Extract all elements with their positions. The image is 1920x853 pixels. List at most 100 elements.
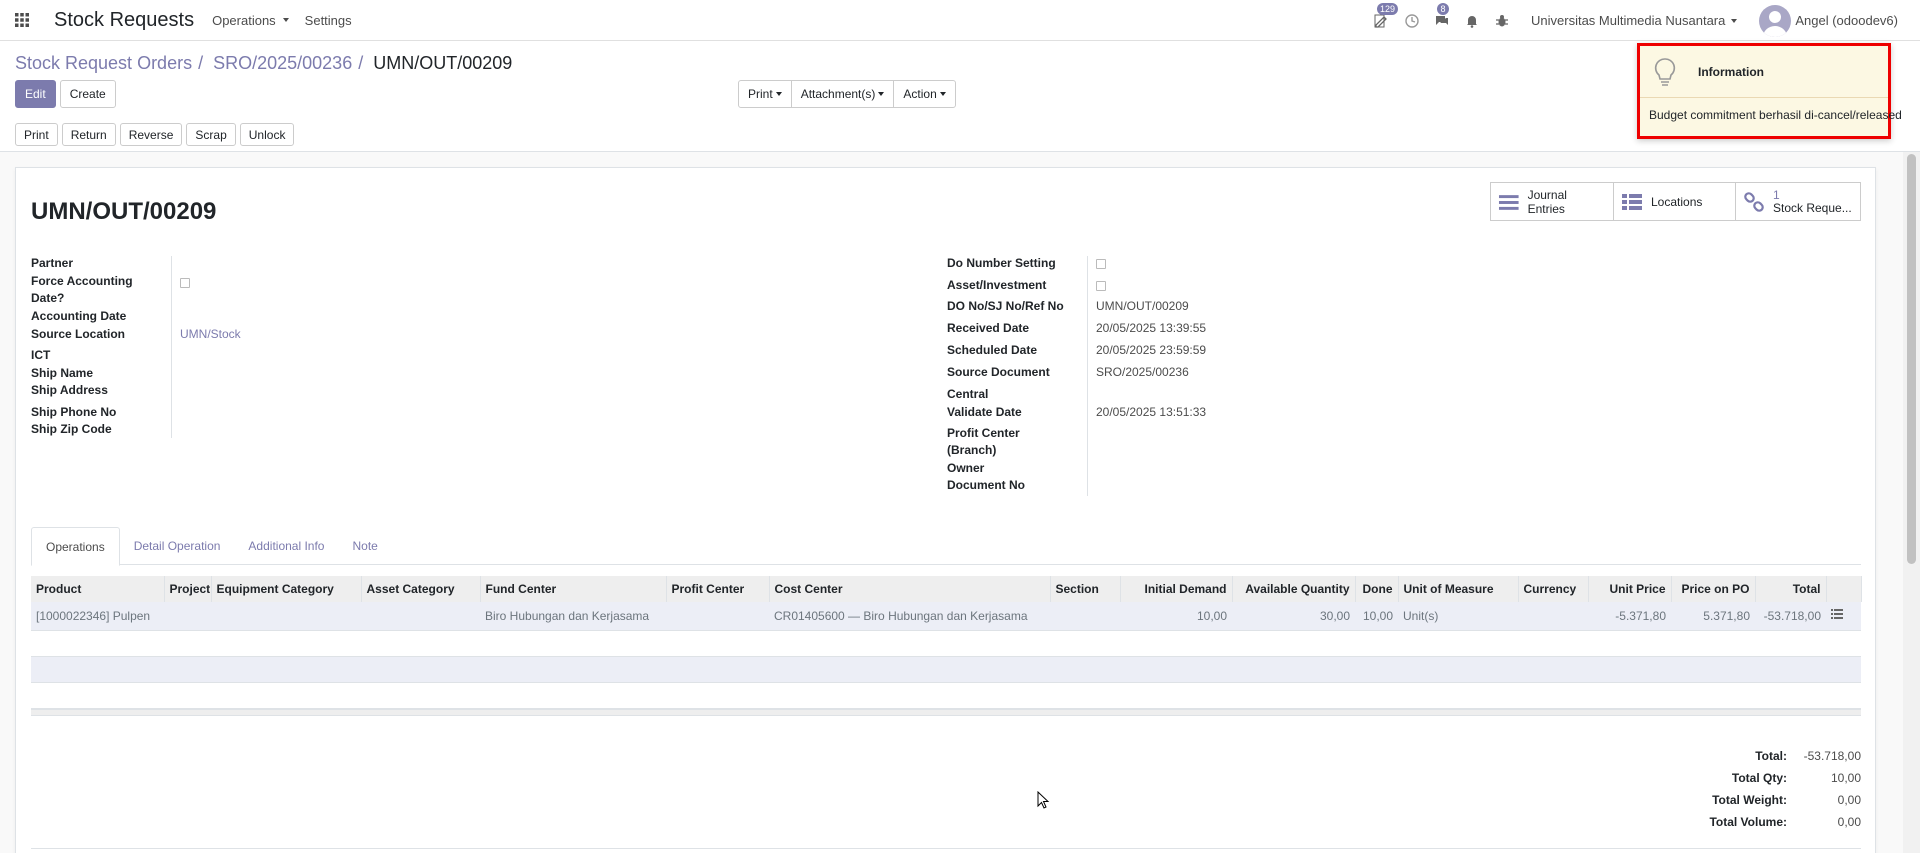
user-name: Angel (odoodev6) [1795, 13, 1898, 28]
do-no-value: UMN/OUT/00209 [1096, 299, 1189, 313]
column-header[interactable]: Project [164, 576, 212, 602]
force-accounting-label-line1: Force Accounting [31, 274, 133, 288]
chevron-down-icon [282, 18, 289, 22]
cell-asset-category[interactable] [361, 602, 480, 631]
apps-menu-icon[interactable] [0, 0, 44, 41]
column-header[interactable]: Available Quantity [1232, 576, 1356, 602]
column-header[interactable]: Done [1355, 576, 1399, 602]
cell-cost-center[interactable]: CR01405600 — Biro Hubungan dan Kerjasama [769, 602, 1050, 631]
ship-name-label: Ship Name [31, 366, 94, 380]
source-location-value[interactable]: UMN/Stock [180, 327, 241, 341]
column-header[interactable]: Price on PO [1671, 576, 1756, 602]
cell-total[interactable]: -53.718,00 [1755, 602, 1826, 631]
profit-center-label-line2: (Branch) [947, 443, 997, 457]
tab-additional-info[interactable]: Additional Info [234, 527, 338, 565]
table-row[interactable]: [1000022346] Pulpen Biro Hubungan dan Ke… [31, 602, 1861, 631]
total-qty-value: 10,00 [1830, 771, 1861, 785]
bell-icon[interactable] [1463, 12, 1481, 30]
app-title[interactable]: Stock Requests [54, 9, 194, 32]
form-buttons: Edit Create [15, 80, 116, 108]
menu-operations[interactable]: Operations [212, 13, 289, 28]
total-weight-row: Total Weight: 0,00 [1709, 789, 1861, 811]
do-number-setting-label: Do Number Setting [947, 256, 1056, 270]
column-header[interactable]: Unit Price [1588, 576, 1672, 602]
status-buttons: Print Return Reverse Scrap Unlock [15, 123, 295, 146]
attachments-dropdown[interactable]: Attachment(s) [790, 80, 895, 108]
column-header[interactable]: Currency [1518, 576, 1589, 602]
menu-operations-label: Operations [212, 12, 276, 28]
total-value: -53.718,00 [1803, 749, 1861, 763]
total-volume-label: Total Volume: [1709, 815, 1787, 829]
cell-profit-center[interactable] [666, 602, 769, 631]
menu-settings[interactable]: Settings [305, 13, 352, 28]
notification-title: Information [1698, 64, 1764, 79]
stock-request-button[interactable]: 1 Stock Reque... [1736, 183, 1860, 220]
notification-message: Budget commitment berhasil di-cancel/rel… [1649, 108, 1902, 122]
clock-icon[interactable] [1403, 12, 1421, 30]
cell-price-on-po[interactable]: 5.371,80 [1671, 602, 1755, 631]
column-header[interactable]: Total [1755, 576, 1827, 602]
force-accounting-label: Force Accounting Date? [31, 273, 133, 307]
tab-note[interactable]: Note [338, 527, 391, 565]
central-label: Central [947, 387, 989, 401]
print-button[interactable]: Print [15, 123, 58, 146]
cell-available-quantity[interactable]: 30,00 [1232, 602, 1355, 631]
unlock-button[interactable]: Unlock [239, 123, 295, 146]
empty-cell [31, 682, 1861, 709]
column-header[interactable]: Initial Demand [1120, 576, 1233, 602]
ship-phone-label: Ship Phone No [31, 405, 117, 419]
column-header[interactable]: Product [31, 576, 165, 602]
scrap-button[interactable]: Scrap [186, 123, 236, 146]
company-switcher[interactable]: Universitas Multimedia Nusantara [1531, 13, 1738, 28]
stock-request-label: Stock Reque... [1773, 200, 1852, 215]
cell-equipment-category[interactable] [211, 602, 361, 631]
do-number-setting-checkbox[interactable] [1096, 259, 1106, 269]
locations-button[interactable]: Locations [1614, 183, 1736, 220]
activity-edit-icon[interactable]: 129 [1373, 2, 1399, 30]
tab-detail-operation[interactable]: Detail Operation [120, 527, 235, 565]
user-menu[interactable]: Angel (odoodev6) [1759, 4, 1898, 37]
column-header[interactable]: Equipment Category [211, 576, 362, 602]
cell-currency[interactable] [1518, 602, 1588, 631]
document-no-label: Document No [947, 478, 1025, 492]
cell-done[interactable]: 10,00 [1355, 602, 1398, 631]
column-header[interactable]: Cost Center [769, 576, 1051, 602]
total-qty-row: Total Qty: 10,00 [1709, 767, 1861, 789]
company-name: Universitas Multimedia Nusantara [1531, 13, 1726, 28]
asset-investment-checkbox[interactable] [1096, 281, 1106, 291]
attachments-dropdown-label: Attachment(s) [800, 87, 876, 101]
edit-button[interactable]: Edit [15, 80, 56, 108]
cell-section[interactable] [1050, 602, 1120, 631]
journal-entries-button[interactable]: Journal Entries [1491, 183, 1614, 220]
breadcrumb-sro[interactable]: SRO/2025/00236 [213, 53, 352, 74]
cell-uom[interactable]: Unit(s) [1398, 602, 1518, 631]
detail-list-icon[interactable] [1826, 602, 1861, 631]
notification-toast[interactable]: Information Budget commitment berhasil d… [1637, 43, 1902, 139]
force-accounting-checkbox[interactable] [180, 278, 190, 288]
profit-center-label-line1: Profit Center [947, 426, 1020, 440]
cell-initial-demand[interactable]: 10,00 [1120, 602, 1232, 631]
cell-fund-center[interactable]: Biro Hubungan dan Kerjasama [480, 602, 666, 631]
tab-operations[interactable]: Operations [31, 527, 120, 566]
breadcrumb-stock-request-orders[interactable]: Stock Request Orders [15, 53, 192, 74]
column-header[interactable]: Asset Category [361, 576, 481, 602]
create-button[interactable]: Create [59, 80, 116, 108]
breadcrumb-separator: / [358, 53, 364, 73]
bug-icon[interactable] [1493, 12, 1511, 30]
cell-unit-price[interactable]: -5.371,80 [1588, 602, 1671, 631]
breadcrumb: Stock Request Orders / SRO/2025/00236 / UM… [15, 53, 512, 74]
column-header[interactable]: Unit of Measure [1398, 576, 1519, 602]
print-dropdown[interactable]: Print [738, 80, 792, 108]
sidebar-actions: Print Attachment(s) Action [738, 80, 956, 108]
cell-product[interactable]: [1000022346] Pulpen [31, 602, 164, 631]
messages-icon[interactable]: 8 [1433, 2, 1451, 30]
return-button[interactable]: Return [61, 123, 116, 146]
column-header[interactable]: Fund Center [480, 576, 667, 602]
reverse-button[interactable]: Reverse [119, 123, 183, 146]
scrollbar-thumb[interactable] [1907, 154, 1916, 564]
cell-project[interactable] [164, 602, 211, 631]
scrollbar[interactable] [1903, 152, 1920, 853]
action-dropdown[interactable]: Action [893, 80, 956, 108]
column-header[interactable]: Section [1050, 576, 1121, 602]
column-header[interactable]: Profit Center [666, 576, 770, 602]
